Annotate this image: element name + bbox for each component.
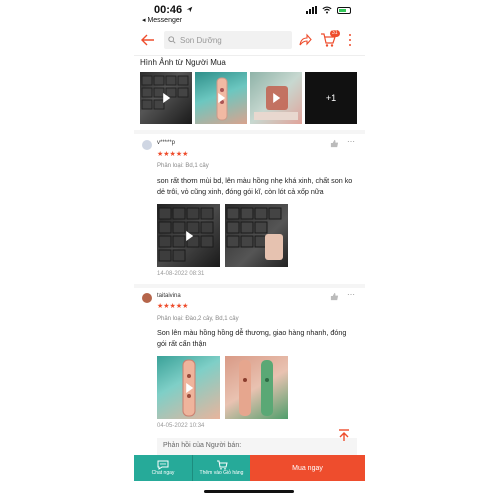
buy-now-button[interactable]: Mua ngay — [250, 455, 365, 481]
play-icon — [185, 230, 193, 241]
like-icon[interactable] — [330, 139, 339, 148]
back-arrow-icon[interactable] — [140, 32, 156, 48]
location-icon — [186, 6, 193, 13]
review-photo[interactable] — [225, 356, 288, 419]
search-placeholder: Son Dưỡng — [180, 35, 222, 45]
buy-now-label: Mua ngay — [292, 464, 323, 472]
buyer-photo[interactable] — [195, 72, 247, 124]
star-rating: ★★★★★ — [157, 151, 189, 158]
chat-now-button[interactable]: Chat ngay — [134, 455, 192, 481]
home-indicator — [204, 490, 294, 493]
more-photos-count: +1 — [325, 93, 337, 103]
review-photo[interactable] — [225, 204, 288, 267]
buyer-photo[interactable] — [250, 72, 302, 124]
cart-badge: 31 — [330, 30, 340, 37]
review-username: taitaivina — [157, 293, 181, 299]
bottom-action-bar: Chat ngay Thêm vào Giỏ hàng Mua ngay — [134, 455, 365, 481]
phone-screen: 00:46 ◂ Messenger Son Dưỡng 31 Hình Ảnh … — [134, 0, 365, 499]
buyer-photos-title: Hình Ảnh từ Người Mua — [140, 58, 226, 67]
review-date: 04-05-2022 10:34 — [157, 423, 205, 429]
search-icon — [168, 36, 176, 44]
add-cart-icon — [216, 460, 228, 470]
search-input[interactable]: Son Dưỡng — [164, 31, 292, 49]
keyboard-image — [226, 207, 283, 260]
add-to-cart-label: Thêm vào Giỏ hàng — [199, 470, 244, 476]
avatar — [142, 293, 152, 303]
review-username: v*****p — [157, 140, 176, 146]
status-icons — [306, 6, 351, 14]
review-photo[interactable] — [157, 356, 220, 419]
section-separator — [134, 284, 365, 288]
review-text: son rất thơm mùi bd, lên màu hồng nhẹ kh… — [157, 176, 353, 196]
play-icon — [218, 93, 226, 103]
add-to-cart-button[interactable]: Thêm vào Giỏ hàng — [192, 455, 250, 481]
top-nav: Son Dưỡng 31 — [134, 28, 365, 54]
review-variant: Phân loại: Đào,2 cây, Bd,1 cây — [157, 316, 239, 322]
section-separator — [134, 130, 365, 134]
chat-icon — [157, 460, 169, 470]
star-rating: ★★★★★ — [157, 303, 189, 310]
review-date: 14-08-2022 08:31 — [157, 271, 205, 277]
play-icon — [185, 382, 193, 393]
status-time: 00:46 — [154, 4, 183, 16]
like-icon[interactable] — [330, 292, 339, 301]
buyer-photo-more[interactable]: +1 — [305, 72, 357, 124]
back-to-app-link[interactable]: ◂ Messenger — [142, 16, 182, 24]
review-text: Son lên màu hồng hồng dễ thương, giao hà… — [157, 328, 347, 348]
review-variant: Phân loại: Bd,1 cây — [157, 163, 209, 169]
divider — [134, 55, 365, 56]
play-icon — [163, 93, 171, 103]
play-icon — [273, 93, 281, 103]
wifi-icon — [322, 6, 332, 14]
review-more-icon[interactable]: ⋯ — [347, 137, 355, 146]
avatar — [142, 140, 152, 150]
buyer-photo[interactable] — [140, 72, 192, 124]
review-photo[interactable] — [157, 204, 220, 267]
battery-icon — [337, 6, 351, 14]
status-bar: 00:46 ◂ Messenger — [134, 0, 365, 26]
lipstick-image — [239, 360, 273, 416]
chat-now-label: Chat ngay — [151, 470, 175, 476]
review-more-icon[interactable]: ⋯ — [347, 290, 355, 299]
scroll-to-top-icon[interactable] — [337, 428, 351, 442]
share-icon[interactable] — [298, 33, 312, 47]
signal-icon — [306, 6, 317, 14]
more-options-icon[interactable] — [348, 34, 352, 46]
seller-reply: Phản hồi của Người bán: — [157, 438, 357, 456]
